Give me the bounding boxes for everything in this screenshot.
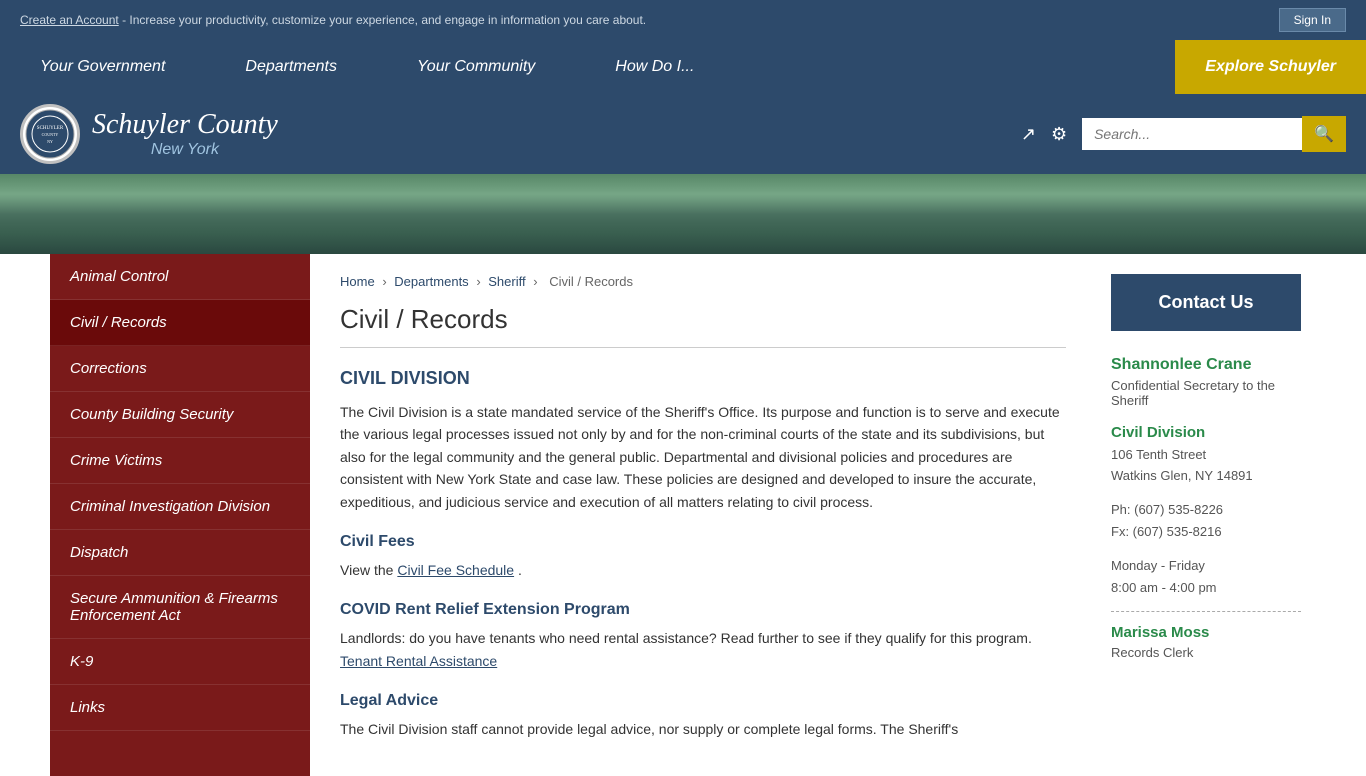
divider: [1111, 611, 1301, 612]
right-panel: Contact Us Shannonlee Crane Confidential…: [1096, 254, 1316, 776]
division-address1: 106 Tenth Street: [1111, 445, 1301, 466]
content-area: Home › Departments › Sheriff › Civil / R…: [310, 254, 1096, 776]
hours-label: Monday - Friday: [1111, 555, 1301, 577]
breadcrumb-home[interactable]: Home: [340, 274, 375, 289]
section-covid-heading: COVID Rent Relief Extension Program: [340, 601, 1066, 619]
breadcrumb: Home › Departments › Sheriff › Civil / R…: [340, 274, 1066, 289]
division-address: 106 Tenth Street Watkins Glen, NY 14891: [1111, 445, 1301, 487]
breadcrumb-sep3: ›: [533, 274, 541, 289]
sidebar-item-safe-act[interactable]: Secure Ammunition & Firearms Enforcement…: [50, 576, 310, 639]
section-civil-division-heading: CIVIL DIVISION: [340, 368, 1066, 389]
svg-text:SCHUYLER: SCHUYLER: [37, 126, 64, 131]
banner-description: - Increase your productivity, customize …: [122, 13, 646, 27]
breadcrumb-sep1: ›: [382, 274, 390, 289]
division-hours: Monday - Friday 8:00 am - 4:00 pm: [1111, 555, 1301, 599]
sidebar-item-links[interactable]: Links: [50, 685, 310, 731]
breadcrumb-sheriff[interactable]: Sheriff: [488, 274, 525, 289]
contact-name-marissa: Marissa Moss: [1111, 624, 1301, 641]
main-nav: Your Government Departments Your Communi…: [0, 40, 1366, 94]
sidebar-item-animal-control[interactable]: Animal Control: [50, 254, 310, 300]
fax-number: Fx: (607) 535-8216: [1111, 521, 1301, 543]
sidebar-item-dispatch[interactable]: Dispatch: [50, 530, 310, 576]
sidebar-item-crime-victims[interactable]: Crime Victims: [50, 438, 310, 484]
contact-name-shannonlee: Shannonlee Crane: [1111, 356, 1301, 374]
nav-your-community[interactable]: Your Community: [377, 40, 575, 94]
sign-in-button[interactable]: Sign In: [1279, 8, 1346, 32]
section-civil-division-text: The Civil Division is a state mandated s…: [340, 401, 1066, 513]
division-phone: Ph: (607) 535-8226 Fx: (607) 535-8216: [1111, 499, 1301, 543]
county-name: Schuyler County: [92, 109, 278, 141]
share-icon[interactable]: ↗: [1021, 124, 1036, 145]
section-legal-advice-text: The Civil Division staff cannot provide …: [340, 718, 1066, 740]
section-civil-fees-text: View the Civil Fee Schedule .: [340, 559, 1066, 581]
sidebar-item-k9[interactable]: K-9: [50, 639, 310, 685]
phone-number: Ph: (607) 535-8226: [1111, 499, 1301, 521]
search-input[interactable]: [1082, 118, 1302, 150]
sidebar-item-civil-records[interactable]: Civil / Records: [50, 300, 310, 346]
contact-title-shannonlee: Confidential Secretary to the Sheriff: [1111, 378, 1301, 408]
main-content: Animal Control Civil / Records Correctio…: [50, 254, 1316, 776]
page-title: Civil / Records: [340, 304, 1066, 348]
section-legal-advice-heading: Legal Advice: [340, 692, 1066, 710]
division-address2: Watkins Glen, NY 14891: [1111, 466, 1301, 487]
nav-explore-schuyler[interactable]: Explore Schuyler: [1175, 40, 1366, 94]
division-name: Civil Division: [1111, 424, 1301, 441]
section-covid-text: Landlords: do you have tenants who need …: [340, 627, 1066, 672]
top-banner: Create an Account - Increase your produc…: [0, 0, 1366, 40]
logo-area: SCHUYLER COUNTY NY Schuyler County New Y…: [20, 104, 278, 164]
breadcrumb-sep2: ›: [476, 274, 484, 289]
svg-text:COUNTY: COUNTY: [42, 132, 59, 137]
contact-us-button[interactable]: Contact Us: [1111, 274, 1301, 331]
civil-fees-after: .: [518, 562, 522, 578]
create-account-link[interactable]: Create an Account: [20, 13, 119, 27]
tenant-rental-link[interactable]: Tenant Rental Assistance: [340, 653, 497, 669]
nav-your-government[interactable]: Your Government: [0, 40, 205, 94]
search-box: 🔍: [1082, 116, 1346, 152]
county-logo: SCHUYLER COUNTY NY: [20, 104, 80, 164]
hero-image: [0, 174, 1366, 254]
nav-how-do-i[interactable]: How Do I...: [575, 40, 734, 94]
sidebar-item-county-building-security[interactable]: County Building Security: [50, 392, 310, 438]
sidebar-item-corrections[interactable]: Corrections: [50, 346, 310, 392]
nav-departments[interactable]: Departments: [205, 40, 377, 94]
contact-title-marissa: Records Clerk: [1111, 645, 1301, 660]
header-right: ↗ ⚙ 🔍: [1021, 116, 1346, 152]
hours-time: 8:00 am - 4:00 pm: [1111, 577, 1301, 599]
sidebar: Animal Control Civil / Records Correctio…: [50, 254, 310, 776]
settings-icon[interactable]: ⚙: [1051, 124, 1067, 145]
svg-text:NY: NY: [47, 139, 53, 144]
covid-intro: Landlords: do you have tenants who need …: [340, 630, 1032, 646]
civil-fee-schedule-link[interactable]: Civil Fee Schedule: [397, 562, 514, 578]
state-name: New York: [92, 141, 278, 159]
sidebar-item-criminal-investigation[interactable]: Criminal Investigation Division: [50, 484, 310, 530]
site-title: Schuyler County New York: [92, 109, 278, 159]
site-header: SCHUYLER COUNTY NY Schuyler County New Y…: [0, 94, 1366, 174]
civil-fees-intro: View the: [340, 562, 397, 578]
breadcrumb-departments[interactable]: Departments: [394, 274, 468, 289]
section-civil-fees-heading: Civil Fees: [340, 533, 1066, 551]
search-button[interactable]: 🔍: [1302, 116, 1346, 152]
breadcrumb-current: Civil / Records: [549, 274, 633, 289]
